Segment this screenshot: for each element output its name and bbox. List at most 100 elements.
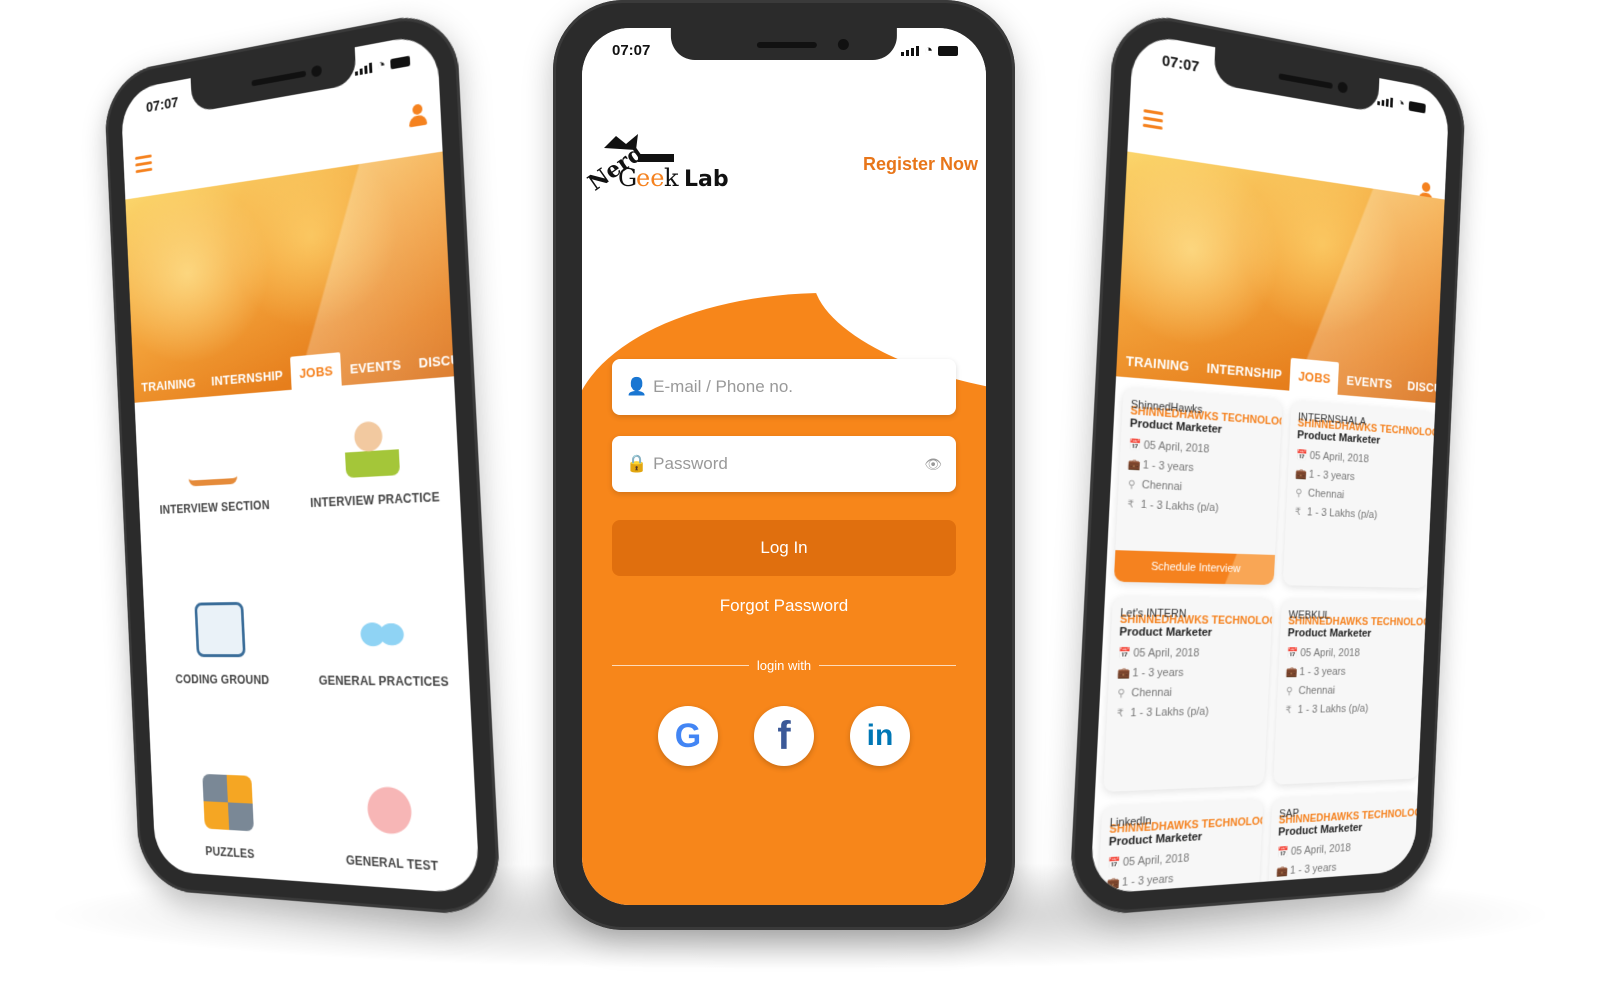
job-experience-value: 1 - 3 years [1308,468,1355,484]
tab-training[interactable]: TRAINING [134,375,205,403]
briefcase-icon: 💼 [1127,458,1141,471]
job-experience: 💼 1 - 3 years [1295,468,1425,487]
company-logo: LinkedIn [1109,814,1152,830]
job-date-value: 05 April, 2018 [1122,852,1190,869]
forgot-password-link[interactable]: Forgot Password [582,596,986,616]
job-experience: 💼 1 - 3 years [1106,867,1252,890]
svg-text:G: G [618,164,637,192]
category-interview-section[interactable]: INTERVIEW SECTION [135,405,292,518]
svg-text:ee: ee [636,164,664,192]
google-icon: G [674,716,702,755]
rupee-icon: ₹ [1116,707,1124,720]
hamburger-icon[interactable] [134,154,153,177]
tab-jobs[interactable]: JOBS [1289,357,1340,395]
category-label: CODING GROUND [175,672,270,688]
job-location: ⚲ Chennai [1275,875,1407,894]
briefcase-icon: 💼 [1295,468,1307,480]
job-experience-value: 1 - 3 years [1289,861,1337,877]
location-pin-icon: ⚲ [1276,884,1284,895]
right-phone-screen: 07:07 ◔ TRAINING INTERNSHIP JOBS EVENTS DISCU… [1089,31,1450,895]
job-date: 📅 05 April, 2018 [1128,438,1272,459]
facebook-login-button[interactable]: f [754,706,814,766]
job-location-value: Chennai [1288,881,1327,895]
job-card[interactable]: ShinnedHawks SHINNEDHAWKS TECHNOLOGIES Pro… [1113,387,1283,586]
puzzle-icon [201,773,254,832]
job-experience: 💼 1 - 3 years [1276,857,1408,878]
category-label: GENERAL TEST [345,853,439,874]
job-card[interactable]: LinkedIn SHINNEDHAWKS TECHNOLOGIES Product… [1092,799,1264,895]
job-card[interactable]: WEBKUL SHINNEDHAWKS TECHNOLOGIES Product M… [1273,599,1427,785]
status-bar: 07:07 ◔ [612,42,958,59]
job-experience-value: 1 - 3 years [1132,666,1184,680]
category-general-test[interactable]: GENERAL TEST [304,758,479,877]
job-salary: ₹1 - 3 Lakhs (p/a) [1274,893,1406,894]
rupee-icon: ₹ [1294,506,1302,518]
brain-icon [360,780,418,841]
idea-person-icon [343,417,400,479]
social-login: G f in [582,706,986,766]
job-location-value: Chennai [1307,487,1345,502]
company-logo: SAP [1278,807,1300,821]
calendar-icon: 📅 [1107,856,1121,870]
login-button[interactable]: Log In [612,520,956,576]
linkedin-login-button[interactable]: in [850,706,910,766]
svg-text:k: k [664,164,679,192]
wifi-icon: ◔ [923,42,933,59]
calendar-icon: 📅 [1117,647,1132,660]
email-field[interactable]: 👤 E-mail / Phone no. [612,359,956,415]
tab-discuss[interactable]: DISCUSS [1399,378,1449,405]
job-card[interactable]: SAP SHINNEDHAWKS TECHNOLOGIES Product Mark… [1263,791,1418,895]
tab-internship[interactable]: INTERNSHIP [1197,360,1290,391]
job-role: Product Marketer [1287,627,1372,640]
job-experience: 💼 1 - 3 years [1116,666,1262,680]
rupee-icon: ₹ [1127,498,1135,511]
user-icon[interactable] [408,103,427,129]
battery-icon [1408,100,1426,114]
hamburger-icon[interactable] [1142,109,1164,134]
job-date-value: 05 April, 2018 [1133,647,1200,660]
job-salary-value: 1 - 3 Lakhs (p/a) [1297,702,1369,716]
svg-text:Lab: Lab [684,167,729,192]
email-placeholder: E-mail / Phone no. [653,377,794,396]
job-location: ⚲ Chennai [1294,487,1425,505]
company-logo: Let's INTERN [1119,607,1187,621]
tab-discuss[interactable]: DISCUSS [410,349,481,380]
user-icon: 👤 [626,377,648,396]
location-pin-icon: ⚲ [1117,687,1126,700]
job-experience-value: 1 - 3 years [1121,872,1174,890]
schedule-interview-button[interactable]: Schedule Interview [1113,550,1276,586]
center-phone-screen: 07:07 ◔ Nerd G ee k Lab Register Now 👤 E-m… [582,28,986,905]
category-interview-practice[interactable]: INTERVIEW PRACTICE [287,392,460,511]
category-grid: INTERVIEW SECTION INTERVIEW PRACTICE CODIN… [135,392,479,876]
category-label: INTERVIEW SECTION [159,498,270,517]
password-field[interactable]: 🔒 Password 👁 [612,436,956,492]
job-list: ShinnedHawks SHINNEDHAWKS TECHNOLOGIES Pro… [1092,387,1435,895]
job-card[interactable]: Let's INTERN SHINNEDHAWKS TECHNOLOGIES Pro… [1103,596,1273,792]
lock-icon: 🔒 [626,454,648,473]
signal-icon [354,62,373,76]
login-with-divider: login with [612,658,957,673]
wifi-icon: ◔ [376,55,387,75]
tab-events[interactable]: EVENTS [1338,372,1400,400]
eye-icon[interactable]: 👁 [924,456,942,473]
job-location: ⚲ Chennai [1285,684,1416,697]
center-phone: 07:07 ◔ Nerd G ee k Lab Register Now 👤 E-m… [553,0,1015,930]
tab-events[interactable]: EVENTS [341,356,411,385]
job-location: ⚲ Chennai [1116,686,1261,700]
left-phone: 07:07 ◔ TRAINING INTERNSHIP JOBS EVENTS DISCU… [103,7,502,918]
category-label: PUZZLES [205,844,255,862]
category-general-practices[interactable]: GENERAL PRACTICES [295,577,469,689]
job-card[interactable]: INTERNSHALA SHINNEDHAWKS TECHNOLOGIES Prod… [1282,400,1435,589]
tab-jobs[interactable]: JOBS [290,352,343,390]
job-date: 📅 05 April, 2018 [1296,449,1426,469]
wifi-icon: ◔ [1396,94,1406,113]
category-puzzles[interactable]: PUZZLES [151,753,309,865]
briefcase-icon: 💼 [1106,877,1120,890]
google-login-button[interactable]: G [658,706,718,766]
category-label: GENERAL PRACTICES [318,673,450,690]
category-coding-ground[interactable]: CODING GROUND [143,581,301,687]
tab-internship[interactable]: INTERNSHIP [203,367,292,397]
tab-training[interactable]: TRAINING [1116,352,1198,383]
briefcase-icon: 💼 [1116,667,1131,680]
register-now-link[interactable]: Register Now [863,154,978,175]
